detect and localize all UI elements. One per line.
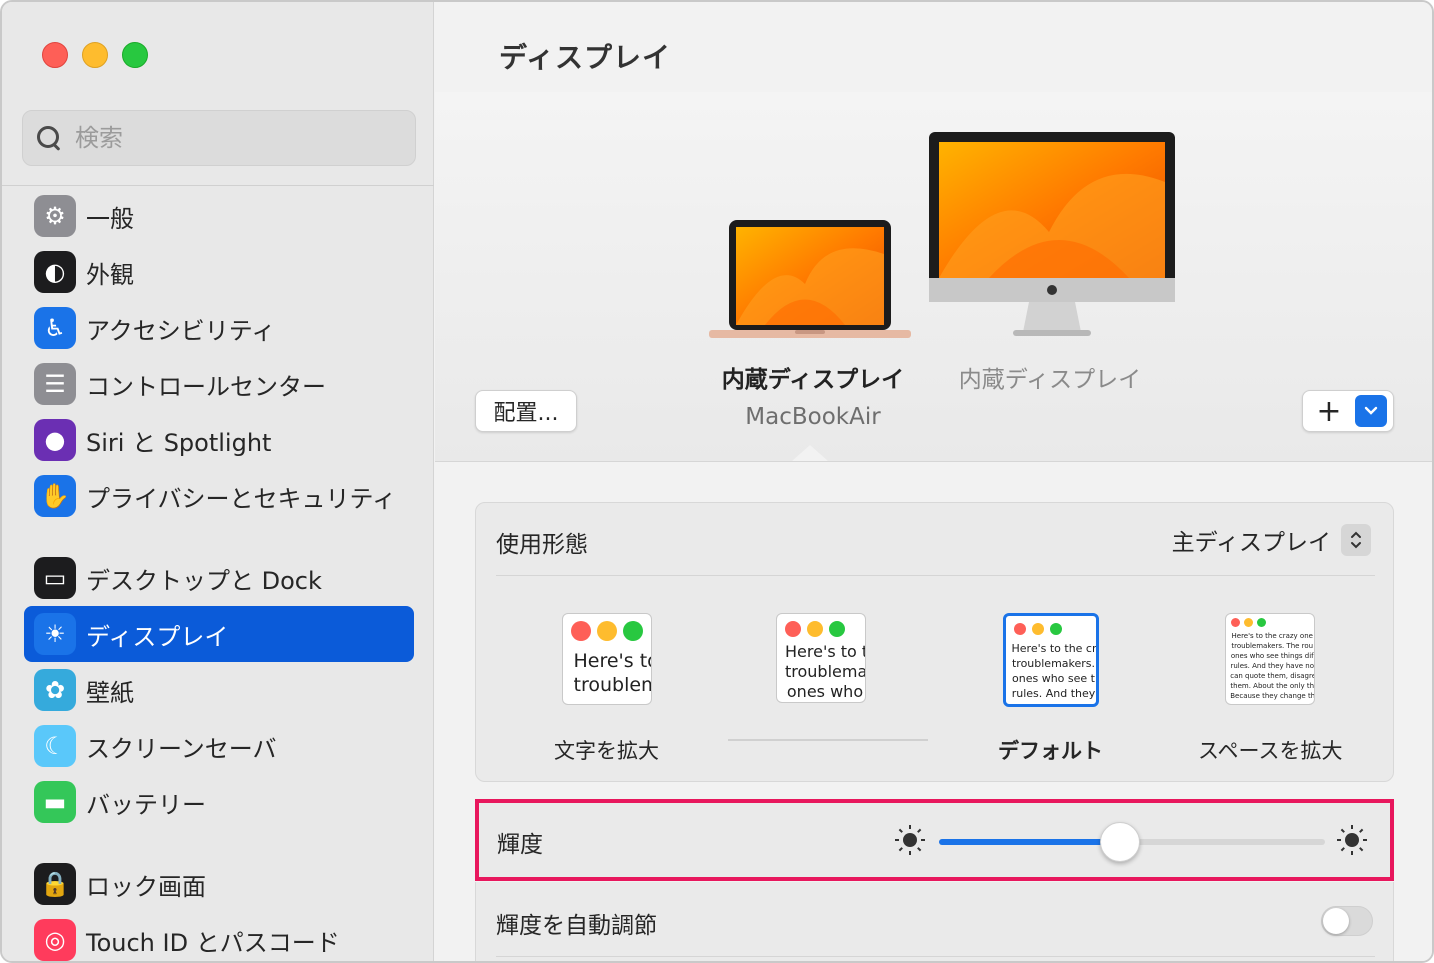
display-settings-panel: 使用形態 主ディスプレイ Here's to troublem 文字を拡大 <box>475 502 1394 782</box>
row-divider <box>496 956 1375 957</box>
main-pane: ディスプレイ 内蔵ディスプレイ MacBookAir 内蔵ディスプレイ 配置..… <box>435 2 1432 961</box>
resolution-label: スペースを拡大 <box>1198 739 1343 763</box>
panel-divider <box>496 575 1375 576</box>
display-label-imac: 内蔵ディスプレイ <box>958 367 1142 393</box>
control-center-icon: ☰ <box>34 363 76 405</box>
accessibility-icon: ♿ <box>34 307 76 349</box>
macbook-display-icon[interactable] <box>705 214 915 344</box>
sidebar-item-label: スクリーンセーバ <box>86 734 277 763</box>
toggle-knob <box>1323 908 1349 934</box>
imac-display-icon[interactable] <box>929 132 1177 344</box>
resolution-label: 文字を拡大 <box>554 739 659 763</box>
sidebar-item-hand[interactable]: ✋ プライバシーとセキュリティ <box>24 468 414 524</box>
sidebar-item-label: Siri と Spotlight <box>86 428 272 457</box>
brightness-slider-fill <box>939 839 1121 845</box>
search-icon <box>35 124 63 152</box>
window-controls <box>42 42 148 68</box>
sidebar-item-screensaver[interactable]: ☾ スクリーンセーバ <box>24 718 414 774</box>
brightness-slider[interactable] <box>939 822 1325 862</box>
screensaver-icon: ☾ <box>34 725 76 767</box>
auto-brightness-toggle[interactable] <box>1321 906 1373 936</box>
sidebar-item-appearance[interactable]: ◐ 外観 <box>24 244 414 300</box>
battery-icon: ▬ <box>34 781 76 823</box>
appearance-icon: ◐ <box>34 251 76 293</box>
brightness-slider-thumb[interactable] <box>1100 822 1141 862</box>
auto-brightness-row: 輝度を自動調節 <box>475 882 1394 961</box>
search-input[interactable] <box>75 124 375 152</box>
usage-popup[interactable]: 主ディスプレイ <box>1172 523 1371 557</box>
resolution-option-more-space[interactable]: Here's to the crazy one troublemakers. T… <box>1198 613 1342 765</box>
display-model: MacBookAir <box>745 404 881 430</box>
sidebar-item-label: アクセシビリティ <box>86 316 276 345</box>
sidebar-divider <box>2 185 434 186</box>
search-field[interactable] <box>22 110 416 166</box>
fingerprint-icon: ◎ <box>34 919 76 961</box>
sidebar-item-fingerprint[interactable]: ◎ Touch ID とパスコード <box>24 912 414 961</box>
sidebar-nav: ⚙ 一般 ◐ 外観 ♿ アクセシビリティ ☰ コントロールセンター ● Siri と Spotli… <box>24 188 414 961</box>
siri-icon: ● <box>34 419 76 461</box>
sidebar-item-gear[interactable]: ⚙ 一般 <box>24 188 414 244</box>
resolution-preview: Here's to the cr troublemakers. ones who… <box>1002 613 1099 707</box>
add-display-group: + <box>1302 390 1394 432</box>
sidebar-item-wallpaper[interactable]: ✿ 壁紙 <box>24 662 414 718</box>
zoom-button[interactable] <box>122 42 148 68</box>
minimize-button[interactable] <box>82 42 108 68</box>
display-label-macbook: 内蔵ディスプレイ MacBookAir <box>703 360 923 430</box>
settings-window: ⚙ 一般 ◐ 外観 ♿ アクセシビリティ ☰ コントロールセンター ● Siri と Spotli… <box>0 0 1434 963</box>
arrange-button[interactable]: 配置... <box>475 390 577 432</box>
sidebar-item-label: ディスプレイ <box>86 622 229 651</box>
usage-label: 使用形態 <box>496 532 588 558</box>
sun-large-icon <box>1337 825 1367 855</box>
resolution-label: デフォルト <box>998 739 1103 763</box>
hand-icon: ✋ <box>34 475 76 517</box>
resolution-option-default[interactable]: Here's to the cr troublemakers. ones who… <box>998 613 1103 765</box>
gear-icon: ⚙ <box>34 195 76 237</box>
sidebar-item-label: 壁紙 <box>86 678 134 707</box>
sidebar-item-accessibility[interactable]: ♿ アクセシビリティ <box>24 300 414 356</box>
sidebar-item-sun[interactable]: ☀ ディスプレイ <box>24 606 414 662</box>
sidebar-item-label: バッテリー <box>86 790 206 819</box>
sun-small-icon <box>895 825 925 855</box>
sidebar-item-label: ロック画面 <box>86 872 206 901</box>
resolution-preview: Here's to troublem <box>561 613 652 705</box>
lock-icon: 🔒 <box>34 863 76 905</box>
display-name: 内蔵ディスプレイ <box>721 367 905 393</box>
sidebar-item-siri[interactable]: ● Siri と Spotlight <box>24 412 414 468</box>
dock-icon: ▭ <box>34 557 76 599</box>
auto-brightness-label: 輝度を自動調節 <box>496 913 657 939</box>
brightness-row: 輝度 <box>475 799 1394 881</box>
sidebar-item-label: デスクトップと Dock <box>86 566 322 595</box>
sidebar: ⚙ 一般 ◐ 外観 ♿ アクセシビリティ ☰ コントロールセンター ● Siri と Spotli… <box>2 2 434 961</box>
wallpaper-icon: ✿ <box>34 669 76 711</box>
resolution-preview: Here's to the crazy one troublemakers. T… <box>1225 613 1316 705</box>
chevron-down-icon[interactable] <box>1355 395 1387 427</box>
updown-chevron-icon <box>1341 524 1371 556</box>
add-display-button[interactable]: + <box>1303 391 1355 431</box>
sidebar-item-battery[interactable]: ▬ バッテリー <box>24 774 414 830</box>
nav-group-gap <box>24 830 414 856</box>
resolution-option-2[interactable]: Here's to t troublema ones who <box>776 613 866 703</box>
nav-group-gap <box>24 524 414 550</box>
sidebar-item-label: プライバシーとセキュリティ <box>86 484 397 513</box>
page-title: ディスプレイ <box>499 41 672 74</box>
sidebar-item-label: Touch ID とパスコード <box>86 928 340 957</box>
sidebar-item-label: 外観 <box>86 260 134 289</box>
resolution-option-larger-text[interactable]: Here's to troublem 文字を拡大 <box>554 613 659 765</box>
brightness-label: 輝度 <box>497 832 543 858</box>
sidebar-item-dock[interactable]: ▭ デスクトップと Dock <box>24 550 414 606</box>
close-button[interactable] <box>42 42 68 68</box>
selection-pointer <box>792 445 828 461</box>
sidebar-item-label: コントロールセンター <box>86 372 326 401</box>
sun-icon: ☀ <box>34 613 76 655</box>
usage-value: 主ディスプレイ <box>1171 530 1331 556</box>
resolution-slider-track <box>728 739 928 741</box>
resolution-preview: Here's to t troublema ones who <box>776 613 866 703</box>
sidebar-item-lock[interactable]: 🔒 ロック画面 <box>24 856 414 912</box>
sidebar-item-label: 一般 <box>86 204 134 233</box>
display-arrangement: 内蔵ディスプレイ MacBookAir 内蔵ディスプレイ 配置... + <box>435 92 1432 462</box>
sidebar-item-control-center[interactable]: ☰ コントロールセンター <box>24 356 414 412</box>
